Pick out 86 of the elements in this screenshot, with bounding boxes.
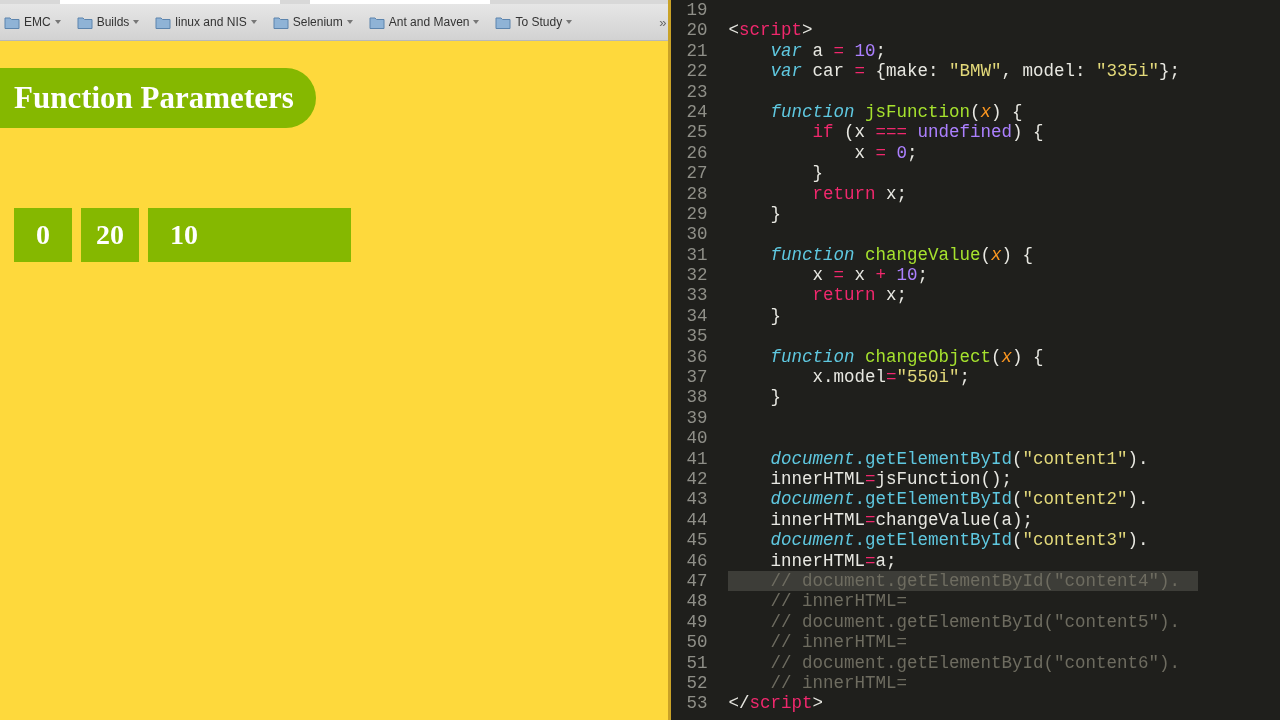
line-number: 33	[685, 285, 708, 306]
line-number: 21	[685, 40, 708, 62]
line-number: 24	[685, 101, 708, 123]
code-line: x = x + 10;	[811, 265, 929, 286]
code-line: innerHTML=changeValue(a);	[769, 509, 1033, 531]
line-number: 41	[685, 448, 708, 469]
code-line: function changeValue(x) {	[769, 244, 1034, 266]
code-line: return x;	[811, 285, 907, 306]
code-line: if (x === undefined) {	[811, 122, 1044, 143]
line-number: 35	[685, 326, 708, 347]
caret-icon	[250, 20, 257, 24]
line-number: 43	[685, 489, 708, 510]
code-line: innerHTML=jsFunction();	[769, 469, 1012, 490]
line-number: 48	[685, 591, 708, 612]
bookmark-folder[interactable]: To Study	[495, 15, 573, 29]
code-line: document.getElementById("content2").	[769, 489, 1149, 510]
line-number: 53	[685, 693, 708, 714]
caret-icon	[473, 20, 480, 24]
bookmark-folder[interactable]: linux and NIS	[155, 15, 257, 29]
code-line: // document.getElementById("content6").	[769, 652, 1180, 673]
output-box: 0	[14, 208, 72, 262]
line-number: 44	[685, 509, 708, 531]
folder-icon	[155, 15, 172, 29]
folder-icon	[4, 15, 20, 29]
code-line: // innerHTML=	[769, 632, 907, 653]
code-line: }	[769, 387, 781, 408]
folder-icon	[76, 15, 93, 29]
line-number: 20	[685, 20, 708, 41]
code-line: return x;	[811, 183, 907, 204]
caret-icon	[54, 20, 61, 24]
line-number: 27	[685, 163, 708, 184]
line-number: 34	[685, 305, 708, 327]
line-number: 30	[685, 224, 708, 245]
folder-icon	[495, 15, 512, 29]
line-number: 42	[685, 469, 708, 490]
more-bookmarks-button[interactable]: »	[659, 14, 667, 30]
code-line: x.model="550i";	[811, 367, 970, 388]
line-number: 51	[685, 652, 708, 673]
code-line: }	[769, 203, 781, 225]
line-number: 32	[685, 265, 708, 286]
page-heading: Function Parameters	[0, 68, 316, 128]
output-box: 20	[81, 208, 139, 262]
code-line: // document.getElementById("content5").	[769, 611, 1180, 633]
code-line: function changeObject(x) {	[769, 346, 1044, 368]
folder-icon	[272, 15, 289, 29]
line-number: 29	[685, 203, 708, 225]
code-line: innerHTML=a;	[769, 550, 897, 571]
line-number: 50	[685, 632, 708, 653]
folder-icon	[368, 15, 385, 29]
line-number: 26	[685, 142, 708, 164]
line-number: 22	[685, 61, 708, 82]
bookmark-folder[interactable]: Builds	[76, 15, 140, 29]
line-number: 28	[685, 183, 708, 204]
bookmark-folder[interactable]: EMC	[4, 15, 61, 29]
line-number: 38	[685, 387, 708, 408]
line-number: 45	[685, 530, 708, 551]
line-number: 46	[685, 550, 708, 571]
caret-icon	[346, 20, 353, 24]
line-number: 23	[685, 81, 708, 102]
line-number: 19	[685, 0, 708, 21]
code-line: document.getElementById("content3").	[769, 530, 1149, 551]
line-number: 31	[685, 244, 708, 266]
line-number: 37	[685, 367, 708, 388]
code-line: var car = {make: "BMW", model: "335i"};	[769, 61, 1181, 82]
code-line: <script>	[728, 20, 813, 41]
caret-icon	[133, 20, 140, 24]
line-number: 25	[685, 122, 708, 143]
output-box: 10	[148, 208, 351, 262]
code-line: document.getElementById("content1").	[769, 448, 1149, 469]
caret-icon	[566, 20, 573, 24]
code-line: // innerHTML=	[769, 591, 907, 612]
code-line: </script>	[728, 693, 823, 714]
code-line: x = 0;	[853, 142, 918, 164]
line-number: 52	[685, 672, 708, 694]
line-number: 49	[685, 611, 708, 633]
code-line: }	[769, 305, 781, 327]
code-line: // innerHTML=	[769, 672, 907, 694]
line-number: 47	[685, 570, 708, 592]
code-line: function jsFunction(x) {	[769, 101, 1023, 123]
code-line: }	[811, 163, 823, 184]
bookmark-folder[interactable]: Ant and Maven	[368, 15, 480, 29]
line-number: 36	[685, 346, 708, 368]
code-line: var a = 10;	[769, 40, 886, 62]
bookmark-folder[interactable]: Selenium	[272, 15, 353, 29]
line-number: 40	[685, 428, 708, 449]
line-number: 39	[685, 407, 708, 429]
